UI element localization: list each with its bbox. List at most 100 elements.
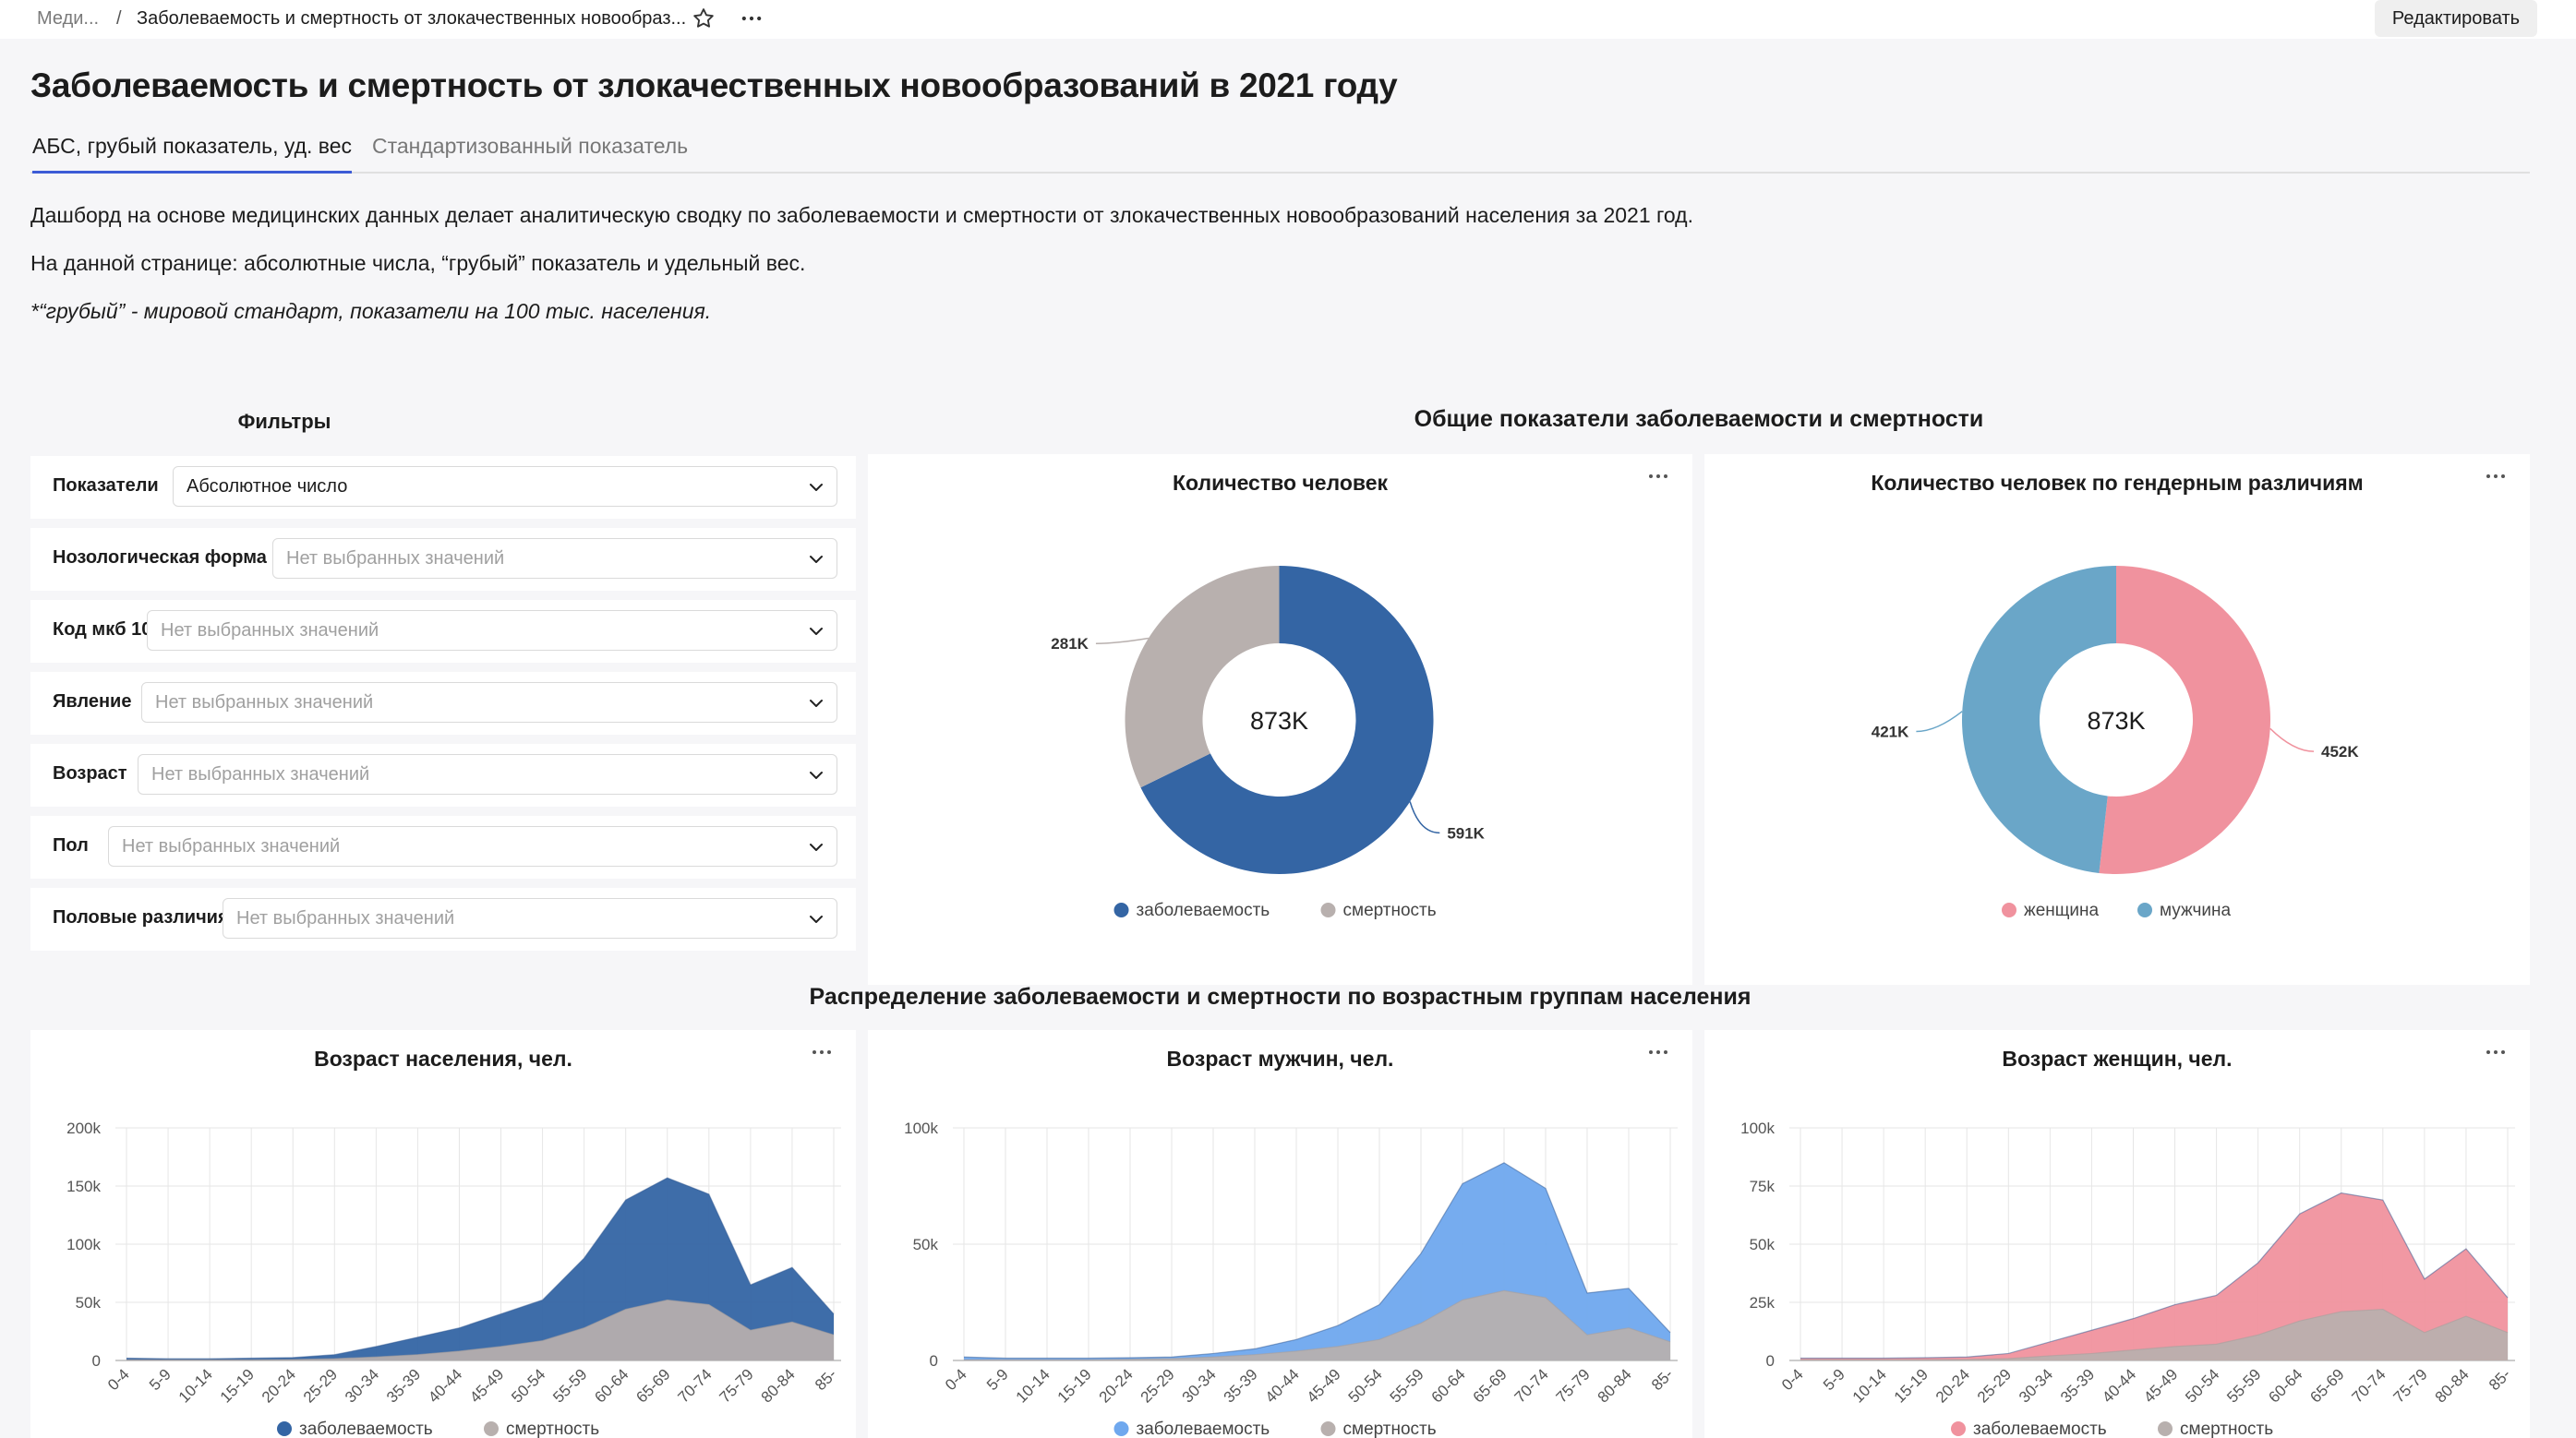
filter-select[interactable]: Нет выбранных значений [141,682,837,723]
x-tick-label: 30-34 [342,1365,382,1406]
x-tick-label: 60-64 [2265,1365,2305,1406]
filter-value: Нет выбранных значений [122,836,341,857]
chart-card-age-women: Возраст женщин, чел. 0 25k 50k 75k 100k 0-4 5-… [1704,1030,2530,1438]
filter-select[interactable]: Нет выбранных значений [147,610,837,651]
filter-label: Явление [53,691,132,712]
x-tick-label: 40-44 [1262,1365,1303,1406]
x-tick-label: 20-24 [1096,1365,1137,1406]
dashboard-main: Заболеваемость и смертность от злокачест… [0,39,2576,1438]
legend-marker [484,1421,499,1436]
filter-label: Возраст [53,763,127,784]
y-tick-label: 100k [66,1236,101,1253]
chevron-down-icon [807,910,825,929]
x-tick-label: 55-59 [549,1365,590,1406]
filter-select[interactable]: Нет выбранных значений [223,898,837,939]
pie-leader-line [1409,801,1440,834]
y-tick-label: 0 [1766,1352,1775,1370]
legend-marker [1951,1421,1966,1436]
x-tick-label: 35-39 [1221,1365,1261,1406]
more-icon[interactable] [739,6,764,31]
tab-standardized[interactable]: Стандартизованный показатель [372,127,688,174]
filter-row: Пол Нет выбранных значений [30,816,856,879]
legend-label[interactable]: заболеваемость [299,1420,433,1438]
legend-label[interactable]: мужчина [2160,901,2231,920]
y-tick-label: 50k [76,1294,102,1312]
x-tick-label: 15-19 [1891,1365,1932,1406]
filter-row: Явление Нет выбранных значений [30,672,856,735]
x-tick-label: 25-29 [1138,1365,1178,1406]
filter-select[interactable]: Абсолютное число [173,466,837,507]
x-tick-label: 85- [812,1365,840,1394]
legend-label[interactable]: женщина [2024,901,2100,920]
y-tick-label: 0 [92,1352,101,1370]
x-tick-label: 20-24 [1932,1365,1973,1406]
legend-label[interactable]: смертность [506,1420,599,1438]
legend-label[interactable]: смертность [1343,1420,1437,1438]
chevron-down-icon [807,478,825,497]
legend-label[interactable]: смертность [1343,901,1437,920]
x-tick-label: 85- [2486,1365,2514,1394]
y-tick-label: 50k [913,1236,939,1253]
filter-row: Показатели Абсолютное число [30,456,856,519]
legend-label[interactable]: заболеваемость [1137,1420,1270,1438]
area-chart: 0 50k 100k 0-4 5-9 10-14 15-19 20-24 25-29 30-34 3… [904,1120,1678,1438]
x-tick-label: 65-69 [632,1365,673,1406]
pie-leader-line [1095,637,1149,644]
legend-marker [2137,903,2152,917]
age-section-title: Распределение заболеваемости и смертност… [809,984,1751,1010]
star-icon[interactable] [691,6,716,31]
pie-slice-label: 591K [1447,824,1485,842]
legend-label[interactable]: смертность [2180,1420,2273,1438]
y-tick-label: 100k [904,1120,938,1137]
x-tick-label: 0-4 [104,1365,133,1394]
x-tick-label: 10-14 [1849,1365,1890,1406]
x-tick-label: 70-74 [2348,1365,2389,1406]
legend-marker [1320,1421,1336,1436]
filter-select[interactable]: Нет выбранных значений [272,538,837,579]
x-tick-label: 15-19 [217,1365,258,1406]
x-tick-label: 75-79 [716,1365,757,1406]
pie-slice-label: 452K [2321,743,2359,761]
legend-label[interactable]: заболеваемость [1973,1420,2107,1438]
legend-marker [277,1421,292,1436]
filter-value: Нет выбранных значений [155,692,374,713]
x-tick-label: 60-64 [1428,1365,1469,1406]
tab-abs[interactable]: АБС, грубый показатель, уд. вес [32,127,353,174]
x-tick-label: 45-49 [466,1365,507,1406]
x-tick-label: 65-69 [1470,1365,1511,1406]
y-tick-label: 200k [66,1120,101,1137]
x-tick-label: 85- [1648,1365,1677,1394]
chevron-down-icon [807,550,825,569]
filter-value: Нет выбранных значений [236,908,455,929]
breadcrumb-root[interactable]: Меди... [37,8,99,30]
legend-label[interactable]: заболеваемость [1137,901,1270,920]
filter-label: Половые различия [53,907,229,928]
chart-card-age-all: Возраст населения, чел. 0 50k 100k 150k 200k… [30,1030,856,1438]
filter-select[interactable]: Нет выбранных значений [138,754,837,795]
edit-button[interactable]: Редактировать [2375,0,2537,37]
donut-chart: 452K 421K 873K женщина мужчина [1872,566,2359,920]
filter-label: Пол [53,835,89,856]
pie-slice[interactable] [1125,566,1280,788]
filter-row: Нозологическая форма Нет выбранных значен… [30,528,856,591]
legend-marker [2002,903,2016,917]
x-tick-label: 0-4 [1778,1365,1807,1394]
filter-select[interactable]: Нет выбранных значений [108,826,837,867]
y-tick-label: 0 [930,1352,938,1370]
description-line-1: Дашборд на основе медицинских данных дел… [30,203,1693,227]
legend-marker [1320,903,1336,917]
filter-row: Половые различия Нет выбранных значений [30,888,856,951]
x-tick-label: 80-84 [1595,1365,1635,1406]
x-tick-label: 75-79 [2390,1365,2431,1406]
tabs: АБС, грубый показатель, уд. вес Стандарт… [30,127,2530,174]
chart-card-age-men: Возраст мужчин, чел. 0 50k 100k 0-4 5-9 10-14… [868,1030,1692,1438]
pie-leader-line [2269,727,2315,752]
legend-marker [1113,903,1129,917]
x-tick-label: 25-29 [1974,1365,2015,1406]
x-tick-label: 5-9 [146,1365,175,1394]
x-tick-label: 55-59 [2223,1365,2264,1406]
x-tick-label: 70-74 [1511,1365,1552,1406]
overview-section-title: Общие показатели заболеваемости и смертн… [1414,406,1984,432]
top-bar: Меди... / Заболеваемость и смертность от… [0,0,2576,39]
chevron-down-icon [807,838,825,857]
